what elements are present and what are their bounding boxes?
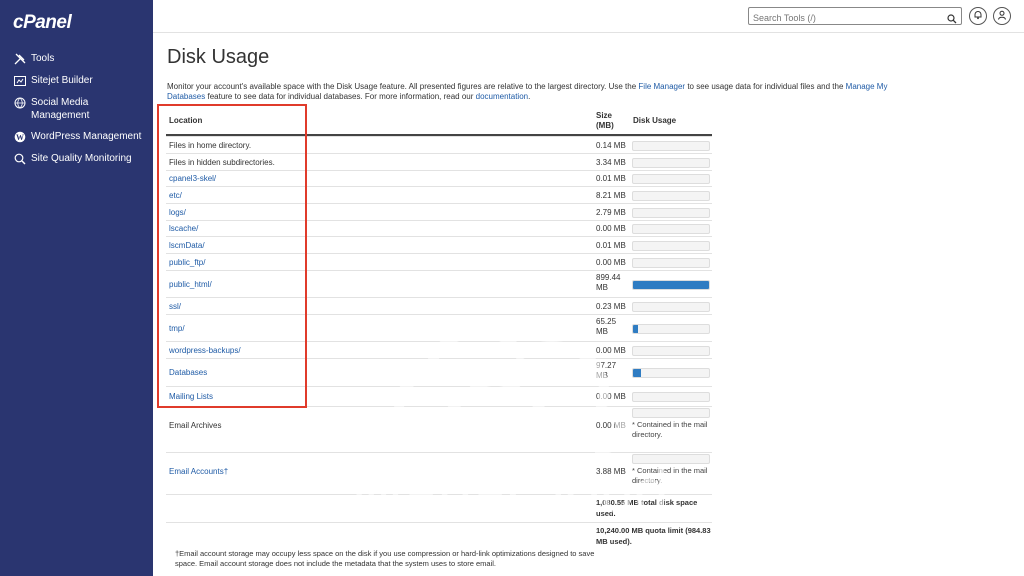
sidebar: cPanel Tools Sitejet Builder Social Medi… xyxy=(0,0,153,576)
email-storage-footnote: †Email account storage may occupy less s… xyxy=(175,549,595,568)
usage-bar xyxy=(632,191,710,201)
row-location: Email Archives xyxy=(169,421,222,430)
sidebar-item-label: Social Media Management xyxy=(31,97,90,121)
usage-bar xyxy=(632,324,710,334)
usage-bar-fill xyxy=(633,325,639,333)
row-size: 3.34 MB xyxy=(596,158,626,167)
row-size: 0.00 MB xyxy=(596,392,626,401)
table-row-email-archives: Email Archives 0.00 MB * Contained in th… xyxy=(166,406,712,452)
row-size: 0.00 MB xyxy=(596,258,626,267)
monitor-icon xyxy=(13,152,26,165)
usage-bar xyxy=(632,346,710,356)
usage-bar xyxy=(632,241,710,251)
tools-icon xyxy=(13,52,26,65)
usage-bar xyxy=(632,454,710,464)
user-icon xyxy=(997,7,1007,25)
row-size: 0.14 MB xyxy=(596,141,626,150)
row-size: 0.23 MB xyxy=(596,302,626,311)
sidebar-item-site-quality[interactable]: Site Quality Monitoring xyxy=(13,152,132,165)
row-size: 0.01 MB xyxy=(596,174,626,183)
page-intro: Monitor your account's available space w… xyxy=(167,82,888,101)
sidebar-item-label: Sitejet Builder xyxy=(31,75,93,86)
row-note: * Contained in the mail directory. xyxy=(632,420,708,439)
row-size: 0.00 MB xyxy=(596,224,626,233)
svg-text:W: W xyxy=(16,133,24,142)
bell-icon xyxy=(973,7,983,25)
table-row-email-accounts: Email Accounts† 3.88 MB * Contained in t… xyxy=(166,452,712,494)
usage-bar-fill xyxy=(633,369,642,377)
sidebar-item-label: Tools xyxy=(31,53,55,64)
social-icon xyxy=(13,96,26,109)
column-header-size: Size (MB) xyxy=(596,111,614,130)
column-header-disk-usage: Disk Usage xyxy=(633,116,677,125)
wordpress-icon: W xyxy=(13,130,26,143)
row-size: 97.27 MB xyxy=(596,361,617,380)
sitejet-icon xyxy=(13,74,26,87)
usage-bar xyxy=(632,224,710,234)
usage-bar xyxy=(632,392,710,402)
row-size: 8.21 MB xyxy=(596,191,626,200)
quota-limit: 10,240.00 MB quota limit (984.83 MB used… xyxy=(596,526,711,546)
row-size: 65.25 MB xyxy=(596,317,617,336)
row-note: * Contained in the mail directory. xyxy=(632,466,708,485)
usage-bar xyxy=(632,158,710,168)
cpanel-logo[interactable]: cPanel xyxy=(13,12,72,34)
usage-bar xyxy=(632,368,710,378)
row-size: 899.44 MB xyxy=(596,273,621,292)
sidebar-item-wordpress[interactable]: W WordPress Management xyxy=(13,130,141,143)
file-manager-link[interactable]: File Manager xyxy=(638,82,685,91)
total-disk-space: 1,080.55 MB total disk space used. xyxy=(596,498,698,518)
search-input[interactable] xyxy=(749,10,939,26)
usage-bar xyxy=(632,280,710,290)
page-title: Disk Usage xyxy=(167,46,270,68)
usage-bar xyxy=(632,258,710,268)
usage-bar xyxy=(632,208,710,218)
sidebar-item-tools[interactable]: Tools xyxy=(13,52,54,65)
search-tools[interactable] xyxy=(748,7,962,26)
notifications-button[interactable] xyxy=(969,7,987,25)
usage-bar xyxy=(632,174,710,184)
row-location-link[interactable]: Email Accounts† xyxy=(169,467,228,476)
search-icon[interactable] xyxy=(947,11,957,24)
sidebar-item-label: WordPress Management xyxy=(31,131,142,142)
row-size: 0.00 MB xyxy=(596,346,626,355)
documentation-link[interactable]: documentation xyxy=(476,92,528,101)
usage-bar xyxy=(632,408,710,418)
row-size: 3.88 MB xyxy=(596,467,626,476)
sidebar-item-sitejet[interactable]: Sitejet Builder xyxy=(13,74,93,87)
usage-bar xyxy=(632,141,710,151)
location-highlight-box xyxy=(157,104,307,408)
sidebar-item-social-media[interactable]: Social Media Management xyxy=(13,96,101,122)
row-size: 0.00 MB xyxy=(596,421,626,430)
row-size: 0.01 MB xyxy=(596,241,626,250)
usage-bar xyxy=(632,302,710,312)
user-menu-button[interactable] xyxy=(993,7,1011,25)
row-size: 2.79 MB xyxy=(596,208,626,217)
usage-bar-fill xyxy=(633,281,709,289)
sidebar-item-label: Site Quality Monitoring xyxy=(31,153,132,164)
